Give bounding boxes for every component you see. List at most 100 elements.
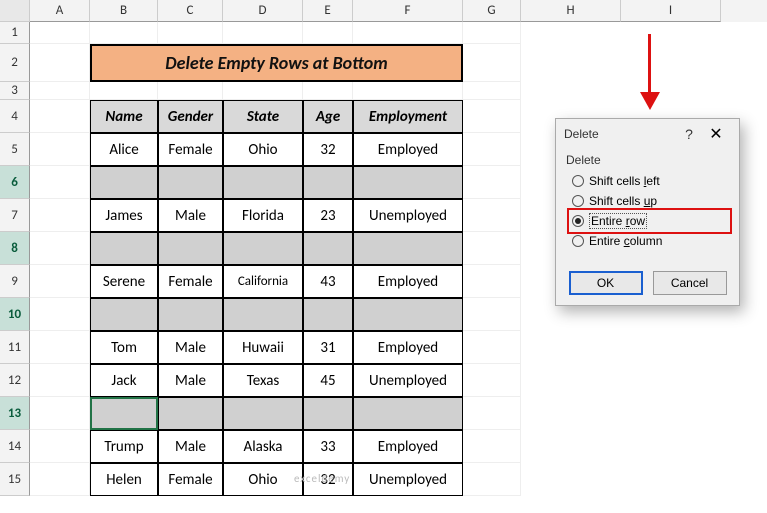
cell[interactable]: [30, 22, 90, 44]
td-name[interactable]: Jack: [90, 364, 158, 397]
th-name[interactable]: Name: [90, 100, 158, 133]
td-state[interactable]: [223, 298, 303, 331]
td-age[interactable]: 43: [303, 265, 353, 298]
td-name[interactable]: Tom: [90, 331, 158, 364]
cell[interactable]: [463, 22, 521, 44]
cell[interactable]: [30, 265, 90, 298]
cell[interactable]: [463, 166, 521, 199]
td-state[interactable]: Florida: [223, 199, 303, 232]
td-employment[interactable]: [353, 166, 463, 199]
row-header-15[interactable]: 15: [0, 463, 30, 496]
td-age[interactable]: [303, 298, 353, 331]
row-header-4[interactable]: 4: [0, 100, 30, 133]
td-state[interactable]: Huwaii: [223, 331, 303, 364]
col-header-H[interactable]: H: [521, 0, 621, 22]
cell[interactable]: [30, 166, 90, 199]
td-employment[interactable]: [353, 397, 463, 430]
row-header-7[interactable]: 7: [0, 199, 30, 232]
td-gender[interactable]: Female: [158, 133, 223, 166]
row-header-2[interactable]: 2: [0, 44, 30, 82]
td-gender[interactable]: Male: [158, 331, 223, 364]
td-name[interactable]: Helen: [90, 463, 158, 496]
td-employment[interactable]: Employed: [353, 430, 463, 463]
cancel-button[interactable]: Cancel: [653, 271, 727, 295]
cell[interactable]: [30, 364, 90, 397]
row-header-6[interactable]: 6: [0, 166, 30, 199]
cell[interactable]: [30, 100, 90, 133]
row-header-8[interactable]: 8: [0, 232, 30, 265]
cell[interactable]: [30, 232, 90, 265]
td-state[interactable]: Ohio: [223, 463, 303, 496]
td-age[interactable]: 31: [303, 331, 353, 364]
cell[interactable]: [30, 397, 90, 430]
col-header-D[interactable]: D: [223, 0, 303, 22]
row-header-10[interactable]: 10: [0, 298, 30, 331]
close-icon[interactable]: ✕: [701, 124, 731, 144]
td-age[interactable]: 45: [303, 364, 353, 397]
row-header-5[interactable]: 5: [0, 133, 30, 166]
col-header-G[interactable]: G: [463, 0, 521, 22]
td-name[interactable]: Serene: [90, 265, 158, 298]
td-gender[interactable]: Female: [158, 463, 223, 496]
td-employment[interactable]: Unemployed: [353, 199, 463, 232]
cell[interactable]: [158, 22, 223, 44]
row-header-9[interactable]: 9: [0, 265, 30, 298]
cell[interactable]: [353, 82, 463, 100]
td-age[interactable]: [303, 166, 353, 199]
td-state[interactable]: [223, 397, 303, 430]
cell[interactable]: [463, 331, 521, 364]
td-age[interactable]: 32: [303, 133, 353, 166]
cell[interactable]: [463, 133, 521, 166]
cell[interactable]: [30, 298, 90, 331]
td-gender[interactable]: [158, 232, 223, 265]
col-header-C[interactable]: C: [158, 0, 223, 22]
col-header-F[interactable]: F: [353, 0, 463, 22]
option-shift-cells-up[interactable]: Shift cells up: [570, 191, 729, 211]
col-header-E[interactable]: E: [303, 0, 353, 22]
cell[interactable]: [463, 463, 521, 496]
row-header-14[interactable]: 14: [0, 430, 30, 463]
cell[interactable]: [463, 397, 521, 430]
th-age[interactable]: Age: [303, 100, 353, 133]
td-state[interactable]: Ohio: [223, 133, 303, 166]
cell[interactable]: [463, 199, 521, 232]
col-header-B[interactable]: B: [90, 0, 158, 22]
td-name[interactable]: [90, 166, 158, 199]
help-icon[interactable]: ?: [677, 126, 701, 142]
th-gender[interactable]: Gender: [158, 100, 223, 133]
option-entire-row[interactable]: Entire row: [570, 211, 729, 231]
td-gender[interactable]: Male: [158, 364, 223, 397]
td-age[interactable]: 23: [303, 199, 353, 232]
cell[interactable]: [90, 22, 158, 44]
cell[interactable]: [30, 430, 90, 463]
td-name[interactable]: Trump: [90, 430, 158, 463]
cell[interactable]: [158, 82, 223, 100]
cell[interactable]: [30, 44, 90, 82]
td-gender[interactable]: Male: [158, 430, 223, 463]
td-employment[interactable]: Employed: [353, 265, 463, 298]
cell[interactable]: [30, 199, 90, 232]
cell[interactable]: [30, 133, 90, 166]
active-cell[interactable]: [90, 397, 158, 430]
row-header-1[interactable]: 1: [0, 22, 30, 44]
td-gender[interactable]: Male: [158, 199, 223, 232]
td-employment[interactable]: [353, 232, 463, 265]
cell[interactable]: [463, 100, 521, 133]
row-header-12[interactable]: 12: [0, 364, 30, 397]
row-header-11[interactable]: 11: [0, 331, 30, 364]
cell[interactable]: [463, 265, 521, 298]
col-header-A[interactable]: A: [30, 0, 90, 22]
cell[interactable]: [30, 463, 90, 496]
row-header-13[interactable]: 13: [0, 397, 30, 430]
td-state[interactable]: Alaska: [223, 430, 303, 463]
td-name[interactable]: [90, 232, 158, 265]
cell[interactable]: [223, 82, 303, 100]
td-gender[interactable]: [158, 298, 223, 331]
cell[interactable]: [303, 82, 353, 100]
ok-button[interactable]: OK: [569, 271, 643, 295]
th-employment[interactable]: Employment: [353, 100, 463, 133]
td-gender[interactable]: Female: [158, 265, 223, 298]
select-all-corner[interactable]: [0, 0, 30, 22]
cell[interactable]: [463, 44, 521, 82]
td-age[interactable]: [303, 232, 353, 265]
